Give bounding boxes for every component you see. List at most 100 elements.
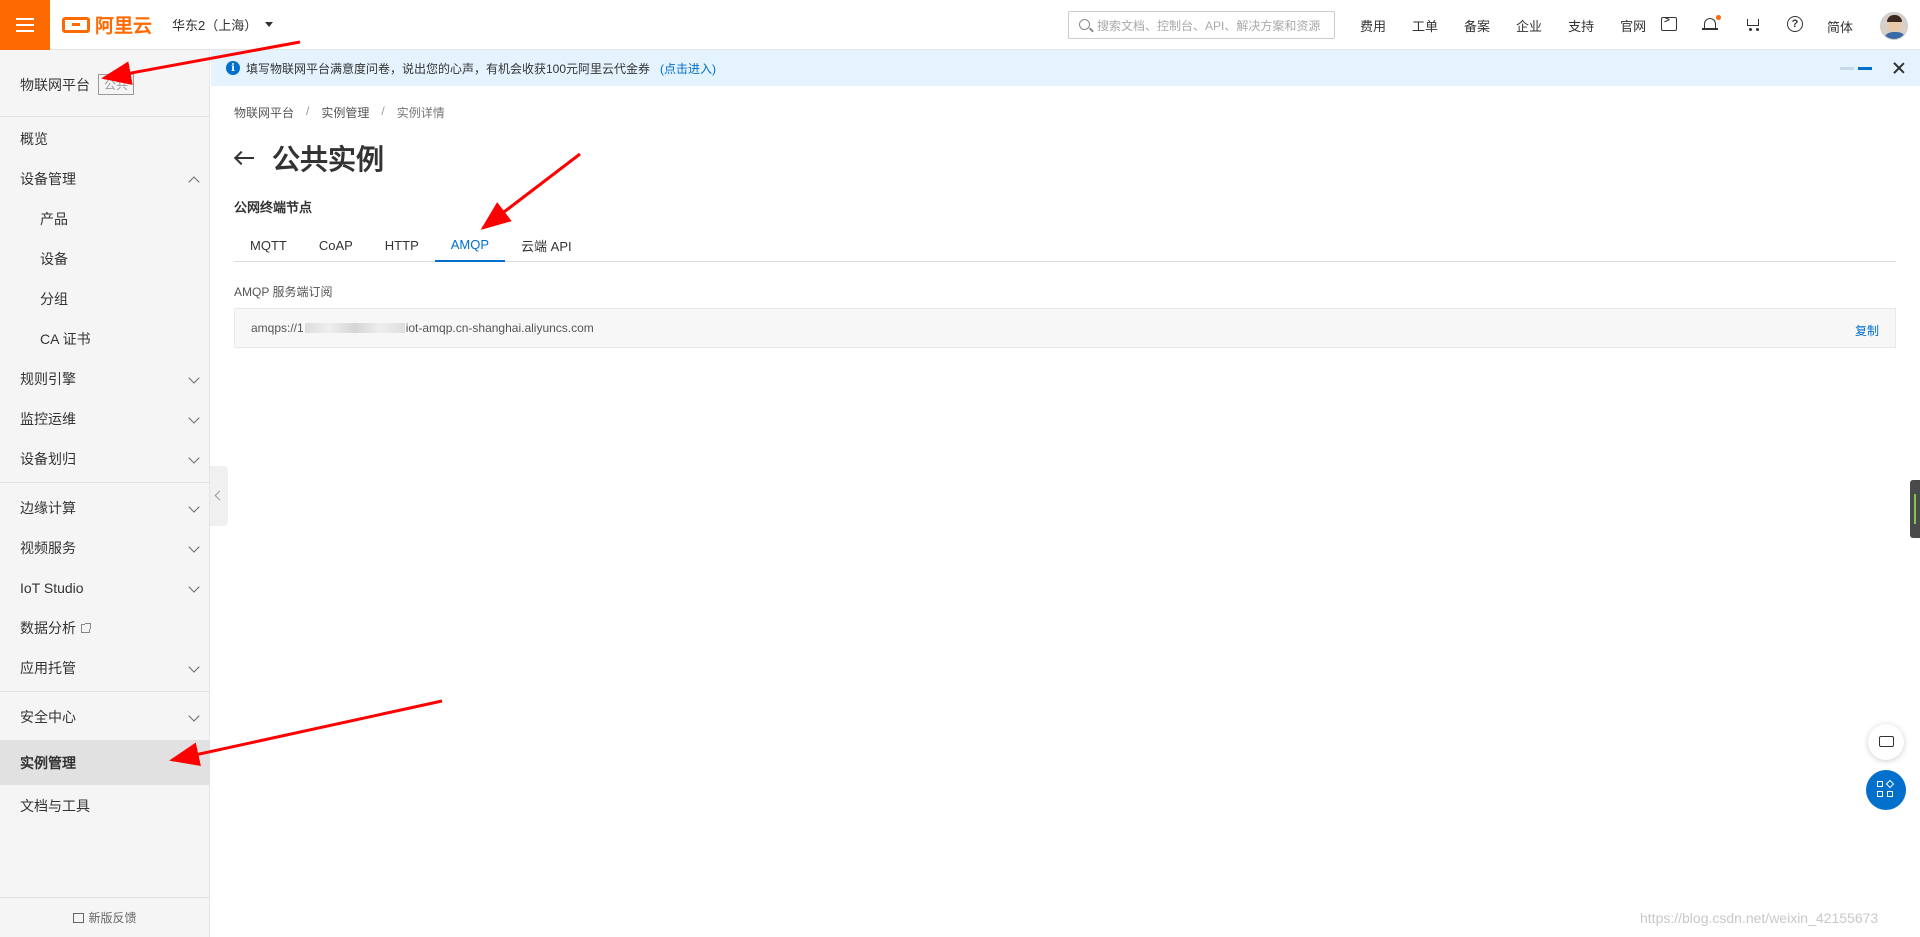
tab-cloud-api[interactable]: 云端 API (505, 228, 588, 262)
sidebar-item-security-center[interactable]: 安全中心 (0, 697, 210, 737)
chevron-down-icon (188, 372, 200, 384)
sidebar-item-rules-engine[interactable]: 规则引擎 (0, 359, 210, 399)
endpoint-field: amqps://1 iot-amqp.cn-shanghai.aliyuncs.… (234, 308, 1896, 348)
top-nav-item-support[interactable]: 支持 (1568, 16, 1594, 35)
sidebar-item-label: 设备 (40, 251, 68, 267)
terminal-icon[interactable] (1661, 15, 1677, 31)
divider (0, 116, 210, 117)
divider (0, 482, 210, 483)
sidebar-item-label: 概览 (20, 131, 48, 147)
notice-bar: i 填写物联网平台满意度问卷，说出您的心声，有机会收获100元阿里云代金券 (点… (211, 50, 1920, 86)
tab-coap[interactable]: CoAP (303, 228, 369, 262)
sidebar-item-app-hosting[interactable]: 应用托管 (0, 648, 210, 688)
instance-badge: 公共 (98, 74, 135, 95)
breadcrumb-separator: / (306, 104, 310, 118)
annotation-arrow (169, 699, 443, 766)
redacted-region (304, 323, 405, 333)
divider (0, 691, 210, 692)
chevron-down-icon (188, 710, 200, 722)
top-nav-item-tickets[interactable]: 工单 (1412, 16, 1438, 35)
sidebar-item-edge-computing[interactable]: 边缘计算 (0, 488, 210, 528)
notice-link[interactable]: (点击进入) (660, 60, 716, 77)
tab-amqp[interactable]: AMQP (434, 228, 506, 262)
tab-mqtt[interactable]: MQTT (234, 228, 303, 262)
sidebar-item-ca-certificate[interactable]: CA 证书 (0, 319, 210, 359)
page-header: 公共实例 (233, 138, 384, 178)
sidebar-item-device-assignment[interactable]: 设备划归 (0, 439, 210, 479)
sidebar-item-label: 规则引擎 (20, 371, 76, 387)
tab-http[interactable]: HTTP (369, 228, 435, 262)
region-selector[interactable]: 华东2（上海） (172, 15, 274, 34)
chevron-down-icon (188, 581, 200, 593)
endpoint-prefix: amqps://1 (251, 321, 304, 335)
annotation-arrow (480, 152, 581, 230)
sidebar-item-overview[interactable]: 概览 (0, 119, 210, 159)
region-label: 华东2（上海） (172, 18, 258, 33)
sidebar-title-text: 物联网平台 (20, 76, 90, 93)
close-icon[interactable] (1892, 61, 1906, 75)
aliyun-logo[interactable]: 阿里云 (62, 11, 152, 38)
breadcrumb-item[interactable]: 物联网平台 (234, 104, 294, 121)
top-nav-item-fees[interactable]: 费用 (1360, 16, 1386, 35)
chevron-down-icon (188, 452, 200, 464)
sidebar-item-label: 文档与工具 (20, 798, 90, 814)
sidebar-item-label: 设备管理 (20, 171, 76, 187)
sidebar-item-products[interactable]: 产品 (0, 199, 210, 239)
external-link-icon (81, 622, 91, 633)
feedback-label: 新版反馈 (88, 911, 137, 925)
cart-icon[interactable] (1745, 17, 1761, 31)
copy-button[interactable]: 复制 (1855, 322, 1879, 339)
message-icon (1879, 736, 1894, 747)
notice-pager[interactable] (1836, 67, 1872, 70)
sidebar-item-label: 设备划归 (20, 451, 76, 467)
logo-text: 阿里云 (95, 16, 153, 37)
sidebar-item-iot-studio[interactable]: IoT Studio (0, 568, 210, 608)
sidebar-item-label: 应用托管 (20, 660, 76, 676)
feedback-button[interactable]: 新版反馈 (0, 897, 210, 937)
breadcrumb-separator: / (381, 104, 385, 118)
avatar[interactable] (1880, 12, 1908, 40)
info-icon: i (226, 61, 240, 75)
top-nav: 费用 工单 备案 企业 支持 官网 (1360, 0, 1672, 50)
sidebar-item-instance-management[interactable]: 实例管理 (0, 741, 210, 785)
search-placeholder: 搜索文档、控制台、API、解决方案和资源 (1097, 18, 1321, 33)
top-nav-item-enterprise[interactable]: 企业 (1516, 16, 1542, 35)
chevron-down-icon (188, 661, 200, 673)
breadcrumb-item[interactable]: 实例管理 (321, 104, 369, 121)
chevron-down-icon (188, 501, 200, 513)
endpoint-label: AMQP 服务端订阅 (234, 285, 333, 299)
sidebar-item-label: 产品 (40, 211, 68, 227)
sidebar-item-label: 实例管理 (20, 755, 76, 771)
sidebar-item-label: 视频服务 (20, 540, 76, 556)
sidebar-item-device-management[interactable]: 设备管理 (0, 159, 210, 199)
help-icon[interactable]: ? (1787, 16, 1803, 32)
chevron-up-icon (188, 176, 200, 188)
top-nav-item-website[interactable]: 官网 (1620, 16, 1646, 35)
caret-down-icon (265, 22, 274, 27)
menu-icon[interactable] (0, 0, 50, 50)
sidebar-item-devices[interactable]: 设备 (0, 239, 210, 279)
sidebar-collapse-handle[interactable] (210, 466, 228, 526)
bell-icon[interactable] (1702, 15, 1721, 32)
apps-button[interactable] (1866, 770, 1906, 810)
section-title: 公网终端节点 (234, 200, 313, 215)
search-input[interactable]: 搜索文档、控制台、API、解决方案和资源 (1068, 11, 1335, 39)
protocol-tabs: MQTT CoAP HTTP AMQP 云端 API (234, 228, 1896, 262)
sidebar-item-video-service[interactable]: 视频服务 (0, 528, 210, 568)
sidebar-item-groups[interactable]: 分组 (0, 279, 210, 319)
sidebar-item-docs-tools[interactable]: 文档与工具 (0, 786, 210, 826)
sidebar-title: 物联网平台 公共 (20, 74, 135, 95)
chat-button[interactable] (1868, 724, 1904, 760)
side-widget[interactable] (1910, 480, 1920, 538)
sidebar-item-label: CA 证书 (40, 331, 91, 347)
language-switch[interactable]: 简体 (1827, 17, 1853, 36)
chevron-down-icon (188, 541, 200, 553)
breadcrumb-current: 实例详情 (396, 106, 445, 120)
sidebar-item-monitoring[interactable]: 监控运维 (0, 399, 210, 439)
top-nav-item-icp[interactable]: 备案 (1464, 16, 1490, 35)
back-arrow-icon[interactable] (233, 150, 254, 166)
sidebar-item-label: 安全中心 (20, 709, 76, 725)
sidebar-item-data-analysis[interactable]: 数据分析 (0, 608, 210, 648)
sidebar-item-label: 边缘计算 (20, 500, 76, 516)
sidebar-item-label: 分组 (40, 291, 68, 307)
